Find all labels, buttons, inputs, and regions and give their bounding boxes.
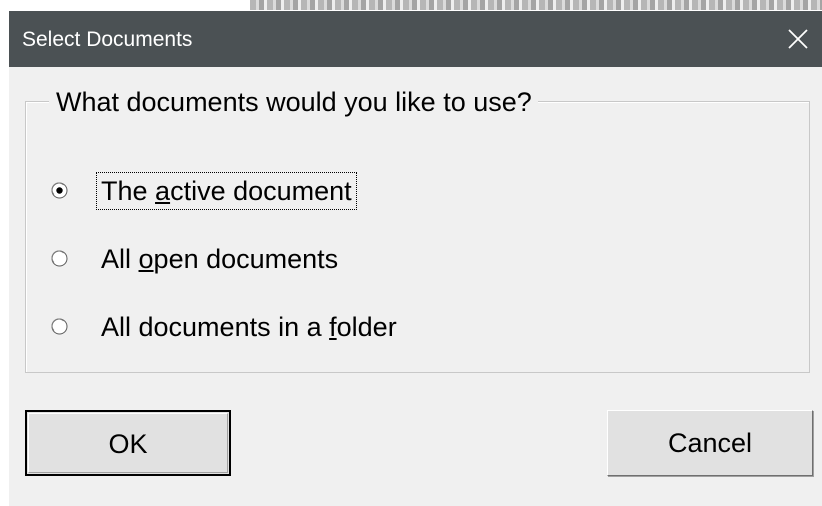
cancel-button[interactable]: Cancel <box>607 410 813 476</box>
label-text: The <box>101 176 156 206</box>
groupbox-legend: What documents would you like to use? <box>49 85 538 119</box>
option-active-document-label: The active document <box>96 172 357 210</box>
label-text: All documents in a <box>101 312 330 342</box>
accelerator-key: a <box>155 176 171 206</box>
ok-button[interactable]: OK <box>25 410 231 476</box>
background-content <box>250 0 822 10</box>
option-all-open-documents-label: All open documents <box>98 242 341 276</box>
option-all-documents-in-folder-label: All documents in a folder <box>98 310 400 344</box>
close-button[interactable] <box>774 11 822 67</box>
dialog-title: Select Documents <box>22 28 193 51</box>
title-bar[interactable]: Select Documents <box>9 11 822 67</box>
close-icon <box>788 29 808 49</box>
accelerator-key: o <box>138 244 154 274</box>
radio-active-document[interactable] <box>51 182 68 199</box>
accelerator-key: f <box>329 312 337 342</box>
label-text: pen documents <box>153 244 339 274</box>
documents-groupbox: What documents would you like to use? Th… <box>25 85 810 373</box>
radio-all-open-documents[interactable] <box>51 250 68 267</box>
select-documents-dialog: Select Documents What documents would yo… <box>9 11 822 506</box>
radio-all-documents-in-folder[interactable] <box>51 318 68 335</box>
label-text: All <box>101 244 139 274</box>
label-text: ctive document <box>170 176 352 206</box>
label-text: older <box>336 312 397 342</box>
